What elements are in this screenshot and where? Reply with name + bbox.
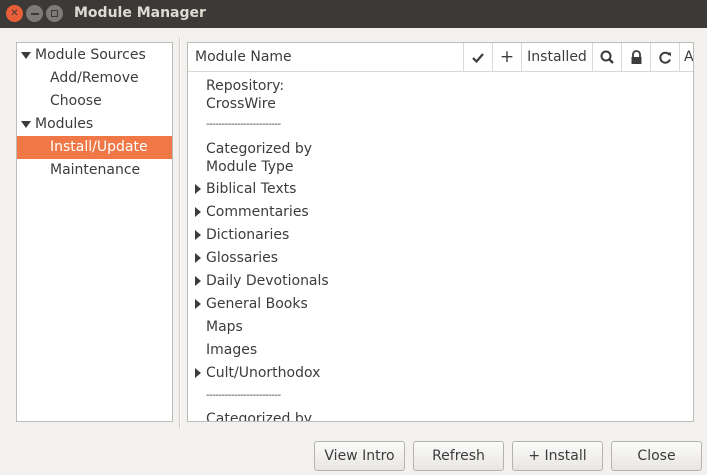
window-title: Module Manager xyxy=(74,5,206,21)
window-minimize-button[interactable] xyxy=(26,5,43,22)
expander-arrow-icon[interactable] xyxy=(195,368,201,378)
column-header-lock[interactable] xyxy=(622,43,651,72)
view-intro-button[interactable]: View Intro xyxy=(314,441,405,471)
window-maximize-button[interactable] xyxy=(46,5,63,22)
refresh-icon xyxy=(659,51,671,64)
module-table: Module Name + Installed A Repository: Cr… xyxy=(187,42,694,422)
column-header-overflow[interactable]: A xyxy=(680,43,693,72)
refresh-button[interactable]: Refresh xyxy=(413,441,504,471)
column-header-installed[interactable]: Installed xyxy=(522,43,593,72)
expander-arrow-icon[interactable] xyxy=(195,299,201,309)
expander-arrow-icon[interactable] xyxy=(195,230,201,240)
expanded-arrow-icon[interactable] xyxy=(21,52,31,59)
close-button[interactable]: Close xyxy=(611,441,702,471)
column-header-add[interactable]: + xyxy=(493,43,522,72)
expander-arrow-icon[interactable] xyxy=(195,253,201,263)
column-header-search[interactable] xyxy=(593,43,622,72)
tree-item-install-update[interactable]: Install/Update xyxy=(17,136,172,159)
table-header: Module Name + Installed A xyxy=(188,43,693,72)
tree-item-module-sources[interactable]: Module Sources xyxy=(17,44,172,67)
window-close-button[interactable]: ✕ xyxy=(6,5,23,22)
sidebar-tree: Module Sources Add/Remove Choose Modules… xyxy=(16,42,173,422)
tree-item-maintenance[interactable]: Maintenance xyxy=(17,159,172,182)
pane-splitter[interactable] xyxy=(179,38,181,428)
expander-arrow-icon[interactable] xyxy=(195,184,201,194)
checkmark-icon xyxy=(472,53,484,64)
column-header-module-name[interactable]: Module Name xyxy=(188,43,464,72)
lock-icon xyxy=(631,50,642,64)
tree-item-choose[interactable]: Choose xyxy=(17,90,172,113)
title-bar: ✕ Module Manager xyxy=(0,0,707,28)
tree-item-add-remove[interactable]: Add/Remove xyxy=(17,67,172,90)
maximize-icon xyxy=(51,10,58,17)
column-header-check[interactable] xyxy=(464,43,493,72)
minimize-icon xyxy=(30,12,39,15)
search-icon xyxy=(600,50,614,64)
expanded-arrow-icon[interactable] xyxy=(21,121,31,128)
tree-item-modules[interactable]: Modules xyxy=(17,113,172,136)
expander-arrow-icon[interactable] xyxy=(195,276,201,286)
column-header-refresh[interactable] xyxy=(651,43,680,72)
expander-arrow-icon[interactable] xyxy=(195,207,201,217)
install-button[interactable]: + Install xyxy=(512,441,603,471)
